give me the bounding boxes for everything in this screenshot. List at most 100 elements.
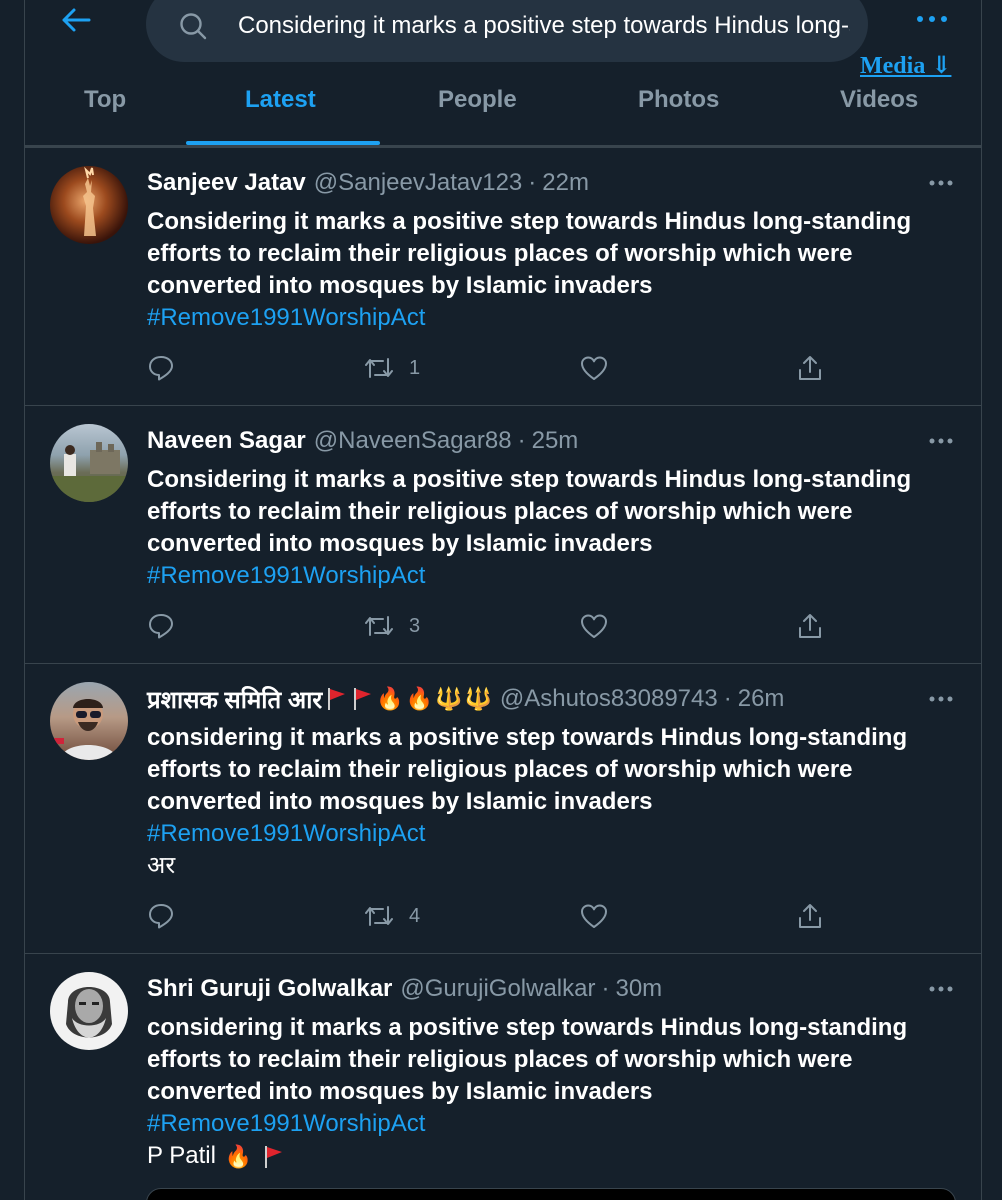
red-flag-icon bbox=[354, 688, 372, 710]
timestamp[interactable]: 25m bbox=[532, 427, 579, 455]
hashtag-link[interactable]: #Remove1991WorshipAct bbox=[147, 1108, 967, 1140]
more-options-button[interactable] bbox=[910, 6, 954, 32]
retweet-button[interactable]: 4 bbox=[363, 900, 420, 932]
tweet[interactable]: प्रशासक समिति आर 🔥 🔥 🔱 🔱 @Ashutos8308974… bbox=[25, 664, 981, 954]
retweet-icon bbox=[365, 358, 393, 378]
display-name[interactable]: Sanjeev Jatav bbox=[147, 169, 306, 197]
man-sunglasses-photo bbox=[54, 699, 118, 760]
back-button[interactable] bbox=[56, 2, 96, 38]
tweet-text: Considering it marks a positive step tow… bbox=[147, 208, 912, 299]
reply-button[interactable] bbox=[147, 352, 175, 384]
tweet-body: Considering it marks a positive step tow… bbox=[147, 464, 967, 592]
tweet[interactable]: Sanjeev Jatav @SanjeevJatav123 · 22m Con… bbox=[25, 148, 981, 406]
media-link[interactable]: Media ⇓ bbox=[860, 50, 951, 80]
share-button[interactable] bbox=[796, 900, 824, 932]
reply-icon bbox=[149, 614, 173, 639]
avatar[interactable] bbox=[50, 424, 128, 502]
retweet-count: 1 bbox=[409, 356, 421, 379]
more-icon[interactable] bbox=[927, 434, 955, 448]
red-flag-icon bbox=[264, 1145, 282, 1168]
avatar[interactable] bbox=[50, 166, 128, 244]
column-border-right bbox=[981, 0, 982, 1200]
trident-emoji: 🔱 bbox=[435, 686, 463, 711]
tweet-body: Considering it marks a positive step tow… bbox=[147, 206, 967, 334]
bottom-media-preview[interactable] bbox=[146, 1188, 956, 1200]
search-icon bbox=[180, 13, 207, 40]
display-name[interactable]: Shri Guruji Golwalkar bbox=[147, 975, 392, 1003]
tab-latest[interactable]: Latest bbox=[245, 86, 316, 114]
reply-icon bbox=[149, 356, 173, 381]
tweet-header: Naveen Sagar @NaveenSagar88 · 25m bbox=[147, 426, 578, 456]
separator: · bbox=[517, 427, 526, 454]
retweet-button[interactable]: 1 bbox=[363, 352, 420, 384]
tweet-header: प्रशासक समिति आर 🔥 🔥 🔱 🔱 @Ashutos8308974… bbox=[147, 684, 784, 714]
tweet[interactable]: Naveen Sagar @NaveenSagar88 · 25m Consid… bbox=[25, 406, 981, 664]
heart-icon bbox=[581, 614, 607, 638]
fire-emoji: 🔥 bbox=[224, 1143, 253, 1169]
like-button[interactable] bbox=[580, 610, 608, 642]
more-dots-icon bbox=[917, 16, 947, 22]
tab-top[interactable]: Top bbox=[84, 86, 126, 114]
retweet-count: 4 bbox=[409, 904, 421, 927]
like-button[interactable] bbox=[580, 352, 608, 384]
more-icon[interactable] bbox=[927, 692, 955, 706]
like-button[interactable] bbox=[580, 900, 608, 932]
reply-icon bbox=[149, 904, 173, 929]
user-handle[interactable]: @SanjeevJatav123 bbox=[314, 169, 523, 197]
more-icon[interactable] bbox=[927, 982, 955, 996]
share-icon bbox=[799, 614, 821, 638]
tweet-extra-text: P Patil 🔥 bbox=[147, 1140, 967, 1172]
tweet-extra-text: अर bbox=[147, 852, 176, 879]
tweet-text: considering it marks a positive step tow… bbox=[147, 1014, 908, 1105]
timestamp[interactable]: 22m bbox=[542, 169, 589, 197]
more-icon[interactable] bbox=[927, 176, 955, 190]
user-handle[interactable]: @NaveenSagar88 bbox=[314, 427, 512, 455]
tweet-body: considering it marks a positive step tow… bbox=[147, 1012, 967, 1172]
retweet-count: 3 bbox=[409, 614, 421, 637]
avatar[interactable] bbox=[50, 682, 128, 760]
tab-photos[interactable]: Photos bbox=[638, 86, 719, 114]
reply-button[interactable] bbox=[147, 610, 175, 642]
fire-emoji: 🔥 bbox=[405, 686, 434, 711]
tweet-header: Shri Guruji Golwalkar @GurujiGolwalkar ·… bbox=[147, 974, 662, 1004]
heart-icon bbox=[581, 904, 607, 928]
separator: · bbox=[723, 685, 732, 712]
retweet-icon bbox=[365, 616, 393, 636]
timestamp[interactable]: 26m bbox=[738, 685, 785, 713]
timestamp[interactable]: 30m bbox=[615, 975, 662, 1003]
tweet[interactable]: Shri Guruji Golwalkar @GurujiGolwalkar ·… bbox=[25, 954, 981, 1200]
red-flag-icon bbox=[328, 688, 346, 710]
extra-text: P Patil bbox=[147, 1142, 216, 1169]
display-name[interactable]: Naveen Sagar bbox=[147, 427, 306, 455]
display-name[interactable]: प्रशासक समिति आर bbox=[147, 683, 322, 716]
share-button[interactable] bbox=[796, 352, 824, 384]
heart-icon bbox=[581, 356, 607, 380]
twitter-search-screen: Media ⇓ Top Latest People Photos Videos … bbox=[0, 0, 1002, 1200]
portrait-sketch-image bbox=[66, 987, 112, 1038]
tab-videos[interactable]: Videos bbox=[840, 86, 918, 114]
tab-people[interactable]: People bbox=[438, 86, 517, 114]
separator: · bbox=[601, 975, 610, 1002]
trident-emoji: 🔱 bbox=[464, 686, 492, 711]
retweet-button[interactable]: 3 bbox=[363, 610, 420, 642]
user-handle[interactable]: @Ashutos83089743 bbox=[500, 685, 718, 713]
avatar[interactable] bbox=[50, 972, 128, 1050]
statue-of-liberty-image bbox=[83, 166, 96, 236]
fire-emoji: 🔥 bbox=[376, 686, 404, 711]
share-button[interactable] bbox=[796, 610, 824, 642]
reply-button[interactable] bbox=[147, 900, 175, 932]
hashtag-link[interactable]: #Remove1991WorshipAct bbox=[147, 302, 967, 334]
share-icon bbox=[799, 904, 821, 928]
hashtag-link[interactable]: #Remove1991WorshipAct bbox=[147, 818, 967, 850]
tweet-header: Sanjeev Jatav @SanjeevJatav123 · 22m bbox=[147, 168, 589, 198]
hashtag-link[interactable]: #Remove1991WorshipAct bbox=[147, 560, 967, 592]
separator: · bbox=[528, 169, 537, 196]
share-icon bbox=[799, 356, 821, 380]
search-input[interactable] bbox=[238, 9, 850, 43]
back-arrow-icon bbox=[62, 8, 91, 32]
temple-photo-image bbox=[50, 442, 128, 502]
tweet-body: considering it marks a positive step tow… bbox=[147, 722, 967, 882]
retweet-icon bbox=[365, 906, 393, 926]
tweet-text: considering it marks a positive step tow… bbox=[147, 724, 908, 815]
user-handle[interactable]: @GurujiGolwalkar bbox=[400, 975, 595, 1003]
